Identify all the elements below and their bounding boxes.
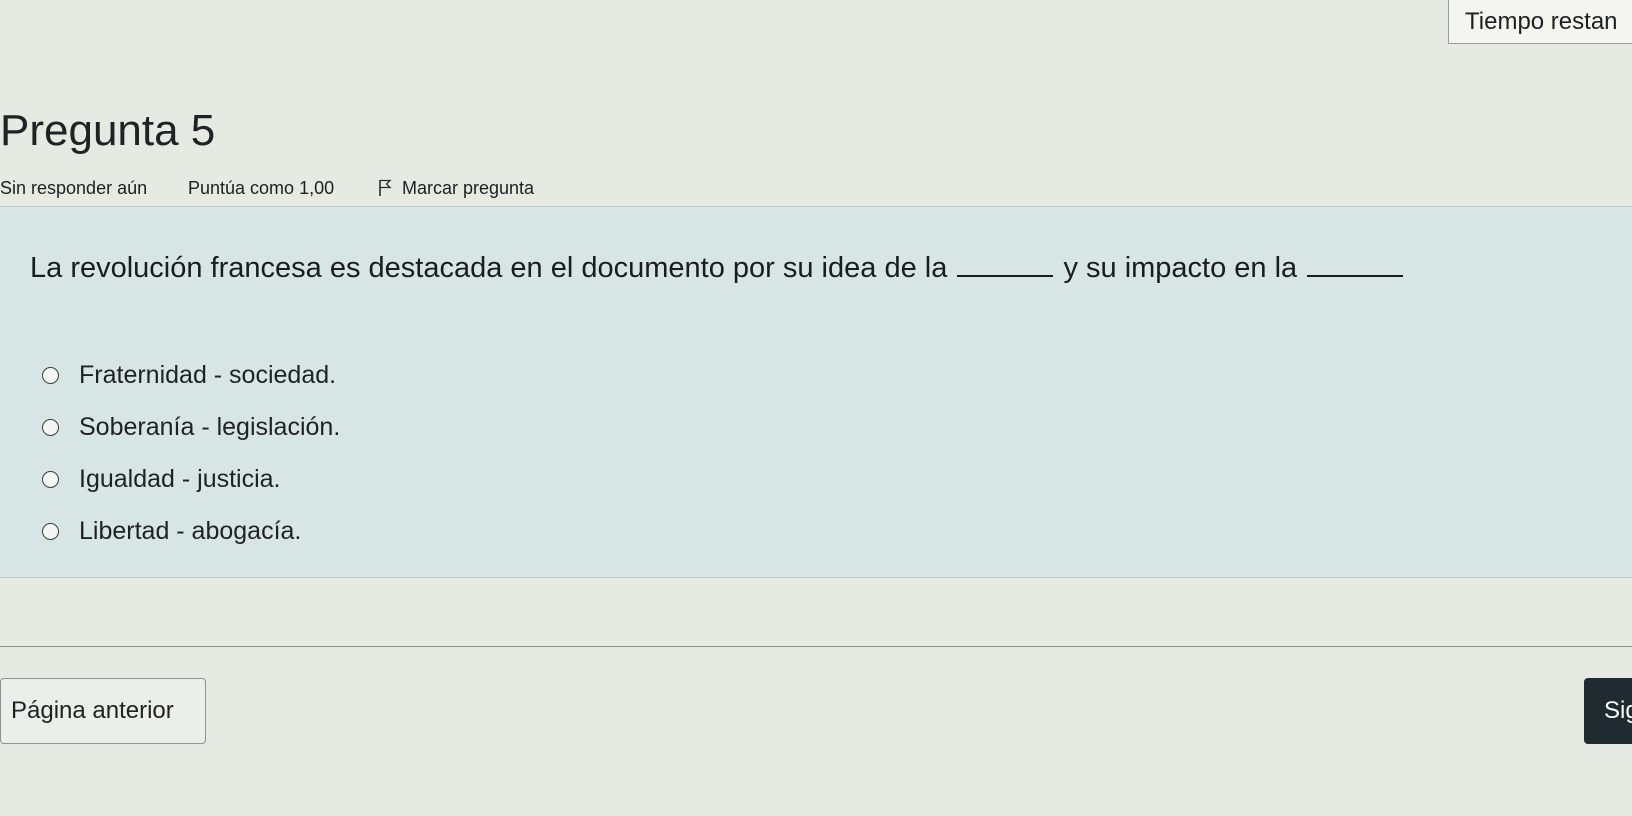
question-grade: Puntúa como 1,00: [188, 177, 335, 198]
quiz-page: Tiempo restan Pregunta 5 Sin responder a…: [0, 0, 1632, 816]
question-content: La revolución francesa es destacada en e…: [0, 206, 1632, 578]
question-title: Pregunta 5: [0, 106, 216, 155]
radio-button[interactable]: [42, 418, 59, 436]
radio-button[interactable]: [42, 366, 59, 384]
question-text-part1: La revolución francesa es destacada en e…: [30, 252, 948, 284]
section-divider: [0, 646, 1632, 647]
answer-option-label: Igualdad - justicia.: [79, 464, 281, 493]
answer-option-2[interactable]: Soberanía - legislación.: [42, 401, 340, 453]
answer-option-label: Fraternidad - sociedad.: [79, 360, 337, 389]
previous-page-button[interactable]: Página anterior: [0, 678, 206, 744]
flag-question-label: Marcar pregunta: [402, 177, 535, 198]
answer-blank-2: [1307, 251, 1404, 277]
answer-option-3[interactable]: Igualdad - justicia.: [42, 453, 340, 505]
time-remaining-box: Tiempo restan: [1448, 0, 1632, 44]
answer-option-label: Soberanía - legislación.: [79, 412, 341, 441]
question-status: Sin responder aún: [0, 177, 148, 198]
radio-button[interactable]: [42, 522, 59, 540]
radio-button[interactable]: [42, 470, 59, 488]
flag-question-link[interactable]: Marcar pregunta: [378, 178, 534, 199]
answer-option-4[interactable]: Libertad - abogacía.: [42, 505, 340, 557]
answer-blank-1: [957, 251, 1054, 277]
time-remaining-label: Tiempo restan: [1465, 7, 1618, 35]
flag-icon: [379, 179, 392, 196]
question-info: Sin responder aún Puntúa como 1,00 Marca…: [0, 176, 534, 200]
next-page-button[interactable]: Sig: [1584, 678, 1632, 744]
answer-option-label: Libertad - abogacía.: [79, 516, 302, 545]
answer-options: Fraternidad - sociedad. Soberanía - legi…: [42, 349, 340, 557]
answer-option-1[interactable]: Fraternidad - sociedad.: [42, 349, 340, 401]
question-text-part2: y su impacto en la: [1063, 252, 1298, 284]
question-text: La revolución francesa es destacada en e…: [30, 251, 1632, 285]
